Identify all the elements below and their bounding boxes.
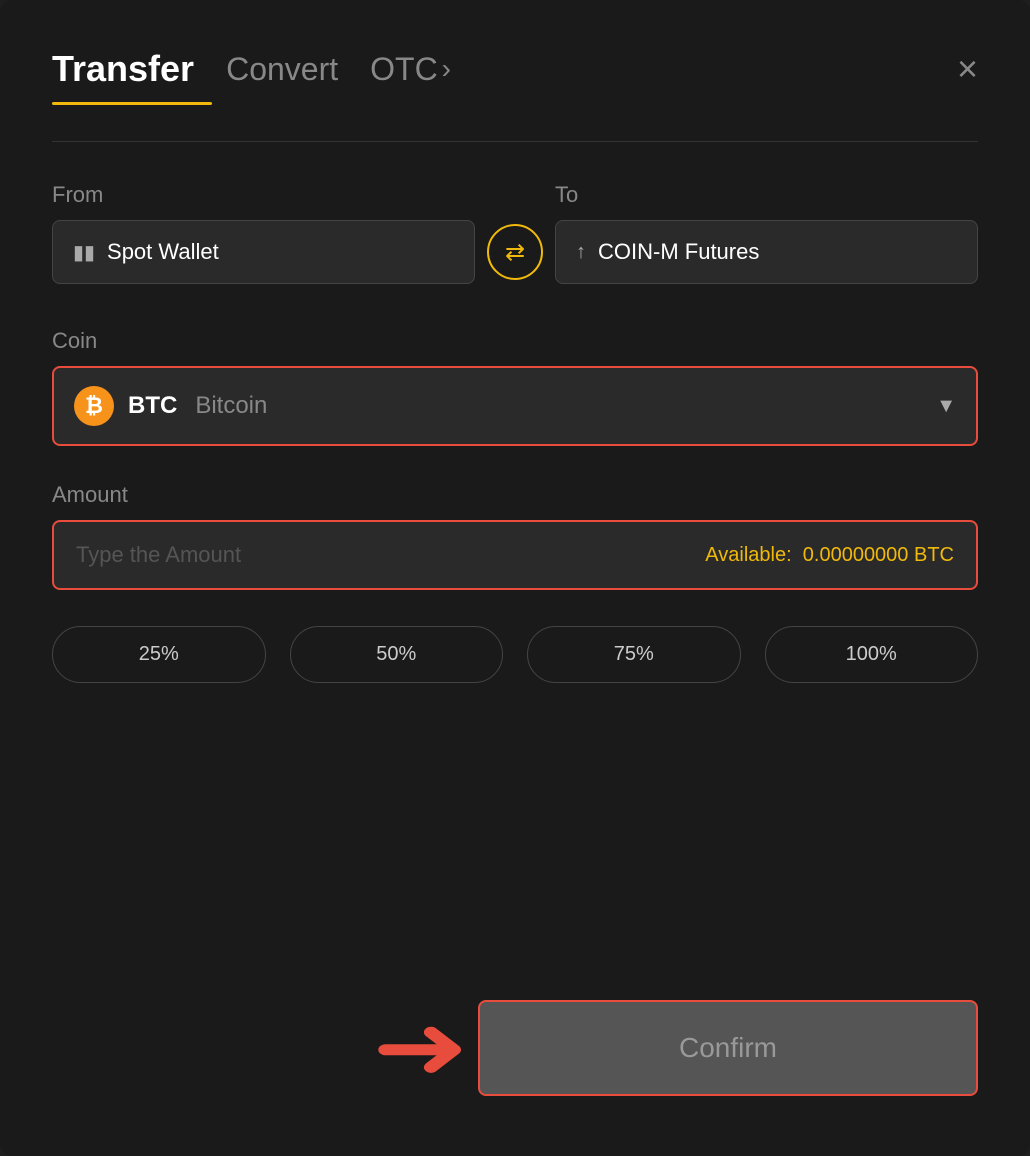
confirm-button[interactable]: Confirm [478,1000,978,1096]
from-wallet-select[interactable]: ▮▮ Spot Wallet [52,220,475,284]
tab-transfer[interactable]: Transfer [52,48,194,90]
close-button[interactable]: × [957,51,978,87]
btc-icon: ₿ [74,386,114,426]
swap-icon: ⇄ [505,238,525,267]
coin-section: Coin ₿ BTC Bitcoin ▼ [52,328,978,446]
coin-symbol: BTC [128,392,177,420]
from-label: From [52,182,475,208]
percent-row: 25% 50% 75% 100% [52,626,978,683]
amount-placeholder: Type the Amount [76,542,241,568]
confirm-row: ➜ Confirm [52,1000,978,1096]
divider [52,141,978,142]
futures-icon: ↑ [576,241,586,264]
coin-select-dropdown[interactable]: ₿ BTC Bitcoin ▼ [52,366,978,446]
amount-input-box[interactable]: Type the Amount Available: 0.00000000 BT… [52,520,978,590]
header-tabs: Transfer Convert OTC › × [52,48,978,90]
percent-25-button[interactable]: 25% [52,626,266,683]
percent-50-button[interactable]: 50% [290,626,504,683]
arrow-container: ➜ [52,1003,478,1093]
percent-75-button[interactable]: 75% [527,626,741,683]
from-wallet-name: Spot Wallet [107,239,219,265]
to-wallet-select[interactable]: ↑ COIN-M Futures [555,220,978,284]
percent-100-button[interactable]: 100% [765,626,979,683]
swap-button[interactable]: ⇄ [487,224,543,280]
transfer-modal: Transfer Convert OTC › × From ▮▮ Spot Wa… [0,0,1030,1156]
amount-available: Available: 0.00000000 BTC [705,544,954,567]
coin-label: Coin [52,328,978,354]
available-value: 0.00000000 BTC [803,544,954,566]
otc-chevron-icon: › [442,53,451,85]
amount-label: Amount [52,482,978,508]
wallet-icon: ▮▮ [73,240,95,265]
to-label: To [555,182,978,208]
amount-section: Amount Type the Amount Available: 0.0000… [52,482,978,590]
swap-btn-container: ⇄ [475,224,555,284]
to-wallet-name: COIN-M Futures [598,239,759,265]
arrow-right-icon: ➜ [371,1003,469,1093]
coin-full-name: Bitcoin [195,392,267,420]
from-block: From ▮▮ Spot Wallet [52,182,475,284]
coin-chevron-icon: ▼ [936,395,956,418]
tab-otc[interactable]: OTC › [370,51,451,88]
from-to-section: From ▮▮ Spot Wallet ⇄ To ↑ COIN-M Future… [52,182,978,284]
tab-convert[interactable]: Convert [226,51,338,88]
to-block: To ↑ COIN-M Futures [555,182,978,284]
tab-underline [52,102,212,105]
